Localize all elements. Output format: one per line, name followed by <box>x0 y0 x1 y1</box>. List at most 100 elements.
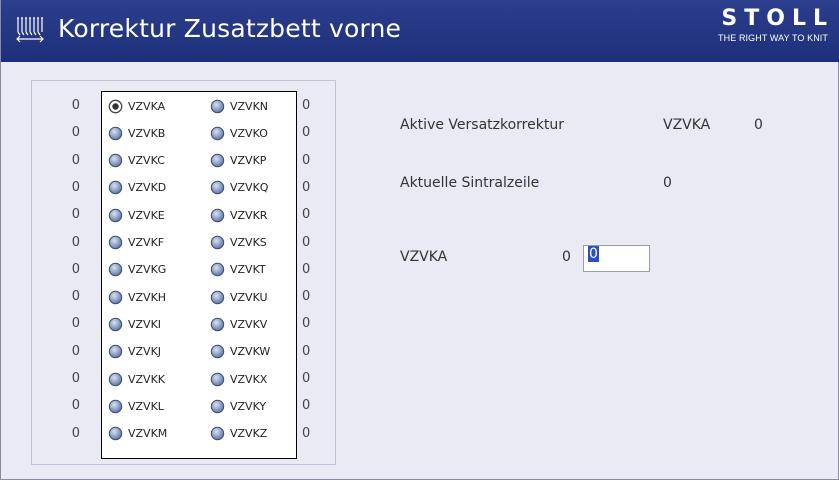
row-value: 0 <box>302 98 311 113</box>
variable-option[interactable]: VZVKY <box>210 397 266 415</box>
variable-label: VZVKK <box>128 372 166 386</box>
row-value: 0 <box>302 425 311 441</box>
variable-option[interactable]: VZVKI <box>108 315 161 333</box>
radio-unselected-icon <box>210 126 225 141</box>
row-value: 0 <box>71 316 80 332</box>
variable-label: VZVKN <box>230 99 269 113</box>
variable-option[interactable]: VZVKC <box>108 152 165 170</box>
variable-label: VZVKW <box>230 345 271 359</box>
row-value: 0 <box>71 289 80 305</box>
variable-option[interactable]: VZVKW <box>210 343 270 361</box>
variable-option[interactable]: VZVKV <box>210 315 267 333</box>
variable-label: VZVKE <box>128 208 165 222</box>
row-value: 0 <box>302 261 311 277</box>
radio-unselected-icon <box>210 290 225 305</box>
radio-unselected-icon <box>108 180 123 195</box>
row-value: 0 <box>302 179 311 195</box>
row-value: 0 <box>71 234 80 250</box>
window-frame: Korrektur Zusatzbett vorne STOLL THE RIG… <box>0 0 839 480</box>
edit-current-value: 0 <box>562 249 571 265</box>
row-value: 0 <box>302 316 311 332</box>
variable-option[interactable]: VZVKR <box>210 206 267 224</box>
row-value: 0 <box>302 152 311 168</box>
radio-unselected-icon <box>108 262 123 277</box>
variable-label: VZVKR <box>230 208 268 222</box>
radio-unselected-icon <box>210 262 225 277</box>
variable-option[interactable]: VZVKF <box>108 234 164 252</box>
variable-option[interactable]: VZVKE <box>108 206 165 224</box>
row-value: 0 <box>71 425 80 441</box>
radio-unselected-icon <box>210 426 225 441</box>
variable-option[interactable]: VZVKS <box>210 234 267 252</box>
radio-unselected-icon <box>108 344 123 359</box>
title-bar: Korrektur Zusatzbett vorne STOLL THE RIG… <box>1 0 839 62</box>
radio-unselected-icon <box>210 99 225 114</box>
radio-unselected-icon <box>210 344 225 359</box>
variable-option[interactable]: VZVKB <box>108 124 165 142</box>
variable-option[interactable]: VZVKN <box>210 97 268 115</box>
variable-label: VZVKP <box>230 154 267 168</box>
edit-variable-label: VZVKA <box>400 249 448 265</box>
variable-label: VZVKM <box>128 427 168 441</box>
variable-label: VZVKB <box>128 126 166 140</box>
brand-tagline: THE RIGHT WAY TO KNIT <box>718 33 828 43</box>
variable-label: VZVKD <box>128 181 167 195</box>
row-value: 0 <box>302 343 311 359</box>
radio-unselected-icon <box>210 153 225 168</box>
variable-option[interactable]: VZVKM <box>108 425 167 443</box>
variable-label: VZVKZ <box>230 427 268 441</box>
variable-option[interactable]: VZVKZ <box>210 425 267 443</box>
radio-unselected-icon <box>108 208 123 223</box>
radio-unselected-icon <box>210 317 225 332</box>
variable-option[interactable]: VZVKG <box>108 261 166 279</box>
radio-unselected-icon <box>108 235 123 250</box>
variable-label: VZVKH <box>128 290 167 304</box>
variable-label: VZVKO <box>230 126 268 140</box>
radio-unselected-icon <box>210 372 225 387</box>
variable-option[interactable]: VZVKO <box>210 124 268 142</box>
variable-option[interactable]: VZVKK <box>108 370 165 388</box>
variable-option[interactable]: VZVKT <box>210 261 266 279</box>
radio-unselected-icon <box>108 126 123 141</box>
variable-option[interactable]: VZVKH <box>108 288 166 306</box>
variable-label: VZVKY <box>230 399 267 413</box>
variable-option[interactable]: VZVKQ <box>210 179 268 197</box>
input-selected-text: 0 <box>588 246 599 262</box>
variable-label: VZVKG <box>128 263 167 277</box>
radio-unselected-icon <box>108 317 123 332</box>
row-value: 0 <box>71 371 80 386</box>
row-value: 0 <box>302 234 311 250</box>
radio-unselected-icon <box>210 235 225 250</box>
variable-option[interactable]: VZVKJ <box>108 343 161 361</box>
row-value: 0 <box>71 207 80 223</box>
row-value: 0 <box>71 125 80 141</box>
radio-unselected-icon <box>108 290 123 305</box>
variable-label: VZVKA <box>128 99 166 113</box>
variable-label: VZVKX <box>230 372 268 386</box>
row-value: 0 <box>302 289 311 305</box>
radio-unselected-icon <box>210 208 225 223</box>
variable-label: VZVKV <box>230 317 268 331</box>
variable-label: VZVKI <box>128 317 162 331</box>
variable-option[interactable]: VZVKP <box>210 152 266 170</box>
radio-unselected-icon <box>108 399 123 414</box>
window-title: Korrektur Zusatzbett vorne <box>58 14 402 43</box>
variable-label: VZVKQ <box>230 181 269 195</box>
active-correction-value: 0 <box>754 117 763 133</box>
variable-label: VZVKJ <box>128 345 162 359</box>
variable-option[interactable]: VZVKX <box>210 370 267 388</box>
active-correction-name: VZVKA <box>663 117 711 133</box>
active-correction-label: Aktive Versatzkorrektur <box>400 117 564 133</box>
variable-option[interactable]: VZVKD <box>108 179 166 197</box>
row-value: 0 <box>302 125 311 141</box>
variable-option[interactable]: VZVKU <box>210 288 268 306</box>
sintral-line-value: 0 <box>663 175 672 191</box>
variable-label: VZVKT <box>230 263 266 277</box>
sintral-line-label: Aktuelle Sintralzeile <box>400 175 540 191</box>
correction-value-input[interactable]: 0 <box>583 245 650 272</box>
variable-option[interactable]: VZVKA <box>108 97 165 115</box>
row-value: 0 <box>302 207 311 223</box>
row-value: 0 <box>71 398 80 414</box>
radio-unselected-icon <box>108 426 123 441</box>
variable-option[interactable]: VZVKL <box>108 397 164 415</box>
